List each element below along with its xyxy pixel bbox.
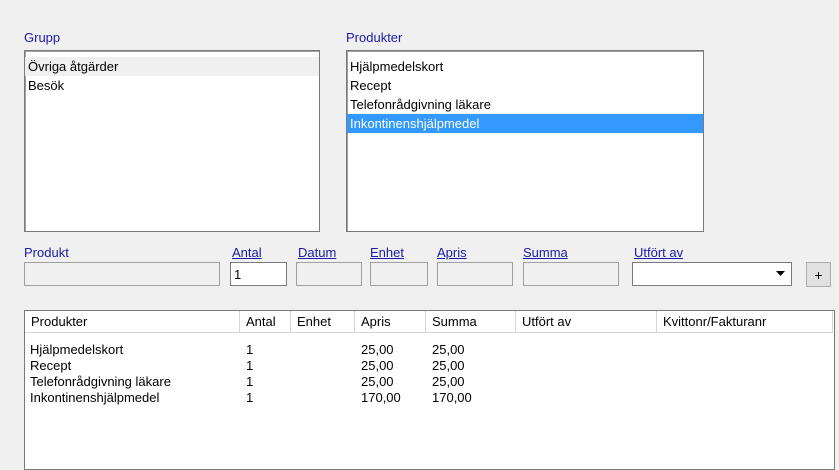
column-header-apris[interactable]: Apris [355,311,426,333]
utfort-av-dropdown[interactable] [632,262,792,286]
table-row[interactable]: Recept 1 25,00 25,00 [25,358,834,374]
column-header-enhet[interactable]: Enhet [291,311,355,333]
produkter-table[interactable]: Produkter Antal Enhet Apris Summa Utfört… [24,310,835,470]
column-header-antal[interactable]: Antal [240,311,291,333]
cell-produkt: Telefonrådgivning läkare [30,374,171,389]
table-row[interactable]: Inkontinenshjälpmedel 1 170,00 170,00 [25,390,834,406]
cell-summa: 25,00 [432,374,465,389]
datum-field[interactable] [296,262,362,286]
column-header-summa[interactable]: Summa [426,311,516,333]
cell-produkt: Hjälpmedelskort [30,342,124,357]
antal-label: Antal [232,245,262,260]
table-header: Produkter Antal Enhet Apris Summa Utfört… [25,311,834,334]
apris-field[interactable] [437,262,513,286]
column-header-utfort-av[interactable]: Utfört av [516,311,657,333]
produkt-field[interactable] [24,262,220,286]
enhet-field[interactable] [370,262,428,286]
table-row[interactable]: Hjälpmedelskort 1 25,00 25,00 [25,342,834,358]
grupp-item[interactable]: Övriga åtgärder [25,57,319,76]
add-button[interactable]: + [806,262,831,287]
cell-apris: 25,00 [361,374,394,389]
chevron-down-icon[interactable] [772,265,789,283]
grupp-item[interactable]: Besök [25,76,319,95]
column-header-kvittonr[interactable]: Kvittonr/Fakturanr [657,311,833,333]
apris-label: Apris [437,245,467,260]
summa-label: Summa [523,245,568,260]
produkter-item-selected[interactable]: Inkontinenshjälpmedel [347,114,703,133]
antal-field[interactable]: 1 [230,262,287,286]
cell-antal: 1 [246,358,254,373]
table-row[interactable]: Telefonrådgivning läkare 1 25,00 25,00 [25,374,834,390]
cell-summa: 170,00 [432,390,472,405]
produkter-item[interactable]: Recept [347,76,703,95]
datum-label: Datum [298,245,337,260]
column-header-produkter[interactable]: Produkter [25,311,240,333]
enhet-label: Enhet [370,245,404,260]
produkter-item[interactable]: Telefonrådgivning läkare [347,95,703,114]
cell-antal: 1 [246,374,254,389]
produkter-label: Produkter [346,30,403,45]
grupp-listbox[interactable]: Övriga åtgärder Besök [24,50,320,232]
summa-field[interactable] [523,262,619,286]
cell-produkt: Recept [30,358,72,373]
produkter-listbox[interactable]: Hjälpmedelskort Recept Telefonrådgivning… [346,50,704,232]
cell-apris: 170,00 [361,390,401,405]
cell-apris: 25,00 [361,358,394,373]
cell-summa: 25,00 [432,358,465,373]
cell-antal: 1 [246,342,254,357]
grupp-label: Grupp [24,30,61,45]
cell-apris: 25,00 [361,342,394,357]
produkt-label: Produkt [24,245,69,260]
cell-antal: 1 [246,390,254,405]
utfort-av-label: Utfört av [634,245,684,260]
cell-produkt: Inkontinenshjälpmedel [30,390,160,405]
cell-summa: 25,00 [432,342,465,357]
produkter-item[interactable]: Hjälpmedelskort [347,57,703,76]
